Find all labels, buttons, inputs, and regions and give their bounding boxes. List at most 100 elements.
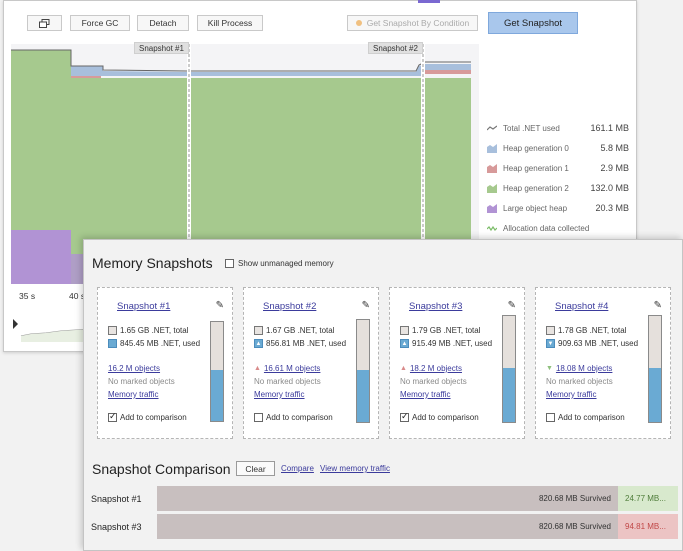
objects-link[interactable]: 18.2 M objects bbox=[410, 364, 462, 373]
get-snapshot-button[interactable]: Get Snapshot bbox=[488, 12, 578, 34]
total-text: 1.79 GB .NET, total bbox=[412, 326, 481, 335]
used-text: 856.81 MB .NET, used bbox=[266, 339, 347, 348]
pencil-icon[interactable]: ✎ bbox=[654, 300, 662, 311]
objects-row[interactable]: ▼ 18.08 M objects bbox=[546, 364, 612, 373]
force-gc-button[interactable]: Force GC bbox=[70, 15, 130, 31]
legend-value: 2.9 MB bbox=[600, 163, 629, 173]
compare-checkbox[interactable] bbox=[254, 413, 263, 422]
delta-value: 94.81 MB... bbox=[625, 522, 666, 531]
traffic-row[interactable]: Memory traffic bbox=[546, 390, 597, 399]
objects-link[interactable]: 18.08 M objects bbox=[556, 364, 612, 373]
get-snapshot-by-condition-button[interactable]: Get Snapshot By Condition bbox=[347, 15, 478, 31]
compare-link[interactable]: Compare bbox=[281, 464, 314, 473]
snapshot-card-3[interactable]: Snapshot #3 ✎ 1.79 GB .NET, total ▲ 915.4… bbox=[389, 287, 525, 439]
line-icon bbox=[487, 125, 497, 130]
traffic-row[interactable]: Memory traffic bbox=[108, 390, 159, 399]
total-text: 1.65 GB .NET, total bbox=[120, 326, 189, 335]
total-row: 1.79 GB .NET, total bbox=[400, 326, 480, 335]
memory-traffic-link[interactable]: Memory traffic bbox=[108, 390, 159, 399]
total-row: 1.67 GB .NET, total bbox=[254, 326, 334, 335]
compare-label: Add to comparison bbox=[412, 413, 479, 422]
total-text: 1.67 GB .NET, total bbox=[266, 326, 335, 335]
comparison-row-label: Snapshot #3 bbox=[91, 521, 142, 532]
total-text: 1.78 GB .NET, total bbox=[558, 326, 627, 335]
snapshot-marker-2[interactable]: Snapshot #2 bbox=[368, 42, 423, 54]
compare-row[interactable]: Add to comparison bbox=[400, 411, 479, 422]
checkbox-icon[interactable] bbox=[225, 259, 234, 268]
legend-item-loh: Large object heap 20.3 MB bbox=[487, 198, 637, 218]
snapshot-card-2[interactable]: Snapshot #2 ✎ 1.67 GB .NET, total ▲ 856.8… bbox=[243, 287, 379, 439]
legend-label: Allocation data collected bbox=[503, 223, 590, 233]
total-swatch bbox=[108, 326, 117, 335]
marked-objects: No marked objects bbox=[108, 377, 175, 386]
snapshot-card-1[interactable]: Snapshot #1 ✎ 1.65 GB .NET, total 845.45… bbox=[97, 287, 233, 439]
memory-traffic-link[interactable]: Memory traffic bbox=[546, 390, 597, 399]
compare-row[interactable]: Add to comparison bbox=[108, 411, 187, 422]
objects-row[interactable]: ▲ 18.2 M objects bbox=[400, 364, 462, 373]
legend-item-total: Total .NET used 161.1 MB bbox=[487, 118, 637, 138]
pencil-icon[interactable]: ✎ bbox=[216, 300, 224, 311]
objects-row[interactable]: ▲ 16.61 M objects bbox=[254, 364, 320, 373]
clear-button[interactable]: Clear bbox=[236, 461, 275, 476]
memory-bar-fill bbox=[503, 367, 515, 422]
compare-label: Add to comparison bbox=[120, 413, 187, 422]
show-unmanaged-label: Show unmanaged memory bbox=[238, 259, 334, 268]
traffic-row[interactable]: Memory traffic bbox=[254, 390, 305, 399]
memory-traffic-link[interactable]: Memory traffic bbox=[254, 390, 305, 399]
comparison-row[interactable]: Snapshot #3 820.68 MB Survived 94.81 MB.… bbox=[84, 514, 683, 539]
trend-up-icon: ▲ bbox=[400, 365, 407, 372]
snapshot-marker-1[interactable]: Snapshot #1 bbox=[134, 42, 189, 54]
legend-item-gen1: Heap generation 1 2.9 MB bbox=[487, 158, 637, 178]
legend-value: 20.3 MB bbox=[595, 203, 629, 213]
memory-snapshots-window: Memory Snapshots Show unmanaged memory S… bbox=[83, 239, 683, 551]
detach-button[interactable]: Detach bbox=[137, 15, 189, 31]
kill-process-button[interactable]: Kill Process bbox=[197, 15, 263, 31]
used-swatch bbox=[108, 339, 117, 348]
pencil-icon[interactable]: ✎ bbox=[508, 300, 516, 311]
swatch-icon bbox=[487, 143, 497, 153]
compare-checkbox[interactable] bbox=[546, 413, 555, 422]
legend-value: 5.8 MB bbox=[600, 143, 629, 153]
timeline-overview[interactable] bbox=[11, 306, 91, 342]
objects-link[interactable]: 16.2 M objects bbox=[108, 364, 160, 373]
view-memory-traffic-link[interactable]: View memory traffic bbox=[320, 464, 390, 473]
memory-bar bbox=[210, 321, 224, 422]
legend-label: Heap generation 2 bbox=[503, 183, 569, 193]
comparison-title: Snapshot Comparison bbox=[92, 461, 231, 477]
toolbar: Force GC Detach Kill Process Get Snapsho… bbox=[4, 1, 636, 43]
snapshot-title-link[interactable]: Snapshot #2 bbox=[263, 301, 316, 312]
objects-link[interactable]: 16.61 M objects bbox=[264, 364, 320, 373]
legend-value: 161.1 MB bbox=[590, 123, 629, 133]
compare-label: Add to comparison bbox=[558, 413, 625, 422]
used-text: 915.49 MB .NET, used bbox=[412, 339, 493, 348]
swatch-icon bbox=[487, 163, 497, 173]
objects-row[interactable]: 16.2 M objects bbox=[108, 364, 160, 373]
compare-row[interactable]: Add to comparison bbox=[546, 413, 625, 422]
memory-bar-fill bbox=[357, 369, 369, 422]
snapshot-title-link[interactable]: Snapshot #4 bbox=[555, 301, 608, 312]
compare-checkbox[interactable] bbox=[400, 411, 409, 422]
show-unmanaged-checkbox[interactable]: Show unmanaged memory bbox=[225, 259, 334, 268]
snapshot-card-4[interactable]: Snapshot #4 ✎ 1.78 GB .NET, total ▼ 909.6… bbox=[535, 287, 671, 439]
delta-bar: 24.77 MB... bbox=[618, 486, 678, 511]
wave-icon bbox=[487, 225, 497, 231]
compare-row[interactable]: Add to comparison bbox=[254, 413, 333, 422]
snapshot-title-link[interactable]: Snapshot #3 bbox=[409, 301, 462, 312]
memory-traffic-link[interactable]: Memory traffic bbox=[400, 390, 451, 399]
axis-tick: 35 s bbox=[19, 291, 36, 301]
memory-bar bbox=[356, 319, 370, 423]
window-restore-icon[interactable] bbox=[27, 15, 62, 31]
memory-bar-fill bbox=[211, 369, 223, 421]
traffic-row[interactable]: Memory traffic bbox=[400, 390, 451, 399]
legend-label: Heap generation 1 bbox=[503, 163, 569, 173]
loh-area bbox=[11, 230, 71, 284]
legend-label: Large object heap bbox=[503, 203, 568, 213]
compare-label: Add to comparison bbox=[266, 413, 333, 422]
total-row: 1.78 GB .NET, total bbox=[546, 326, 626, 335]
compare-checkbox[interactable] bbox=[108, 411, 117, 422]
snapshot-title-link[interactable]: Snapshot #1 bbox=[117, 301, 170, 312]
pencil-icon[interactable]: ✎ bbox=[362, 300, 370, 311]
marked-objects: No marked objects bbox=[400, 377, 467, 386]
comparison-row[interactable]: Snapshot #1 820.68 MB Survived 24.77 MB.… bbox=[84, 486, 683, 511]
swatch-icon bbox=[487, 203, 497, 213]
